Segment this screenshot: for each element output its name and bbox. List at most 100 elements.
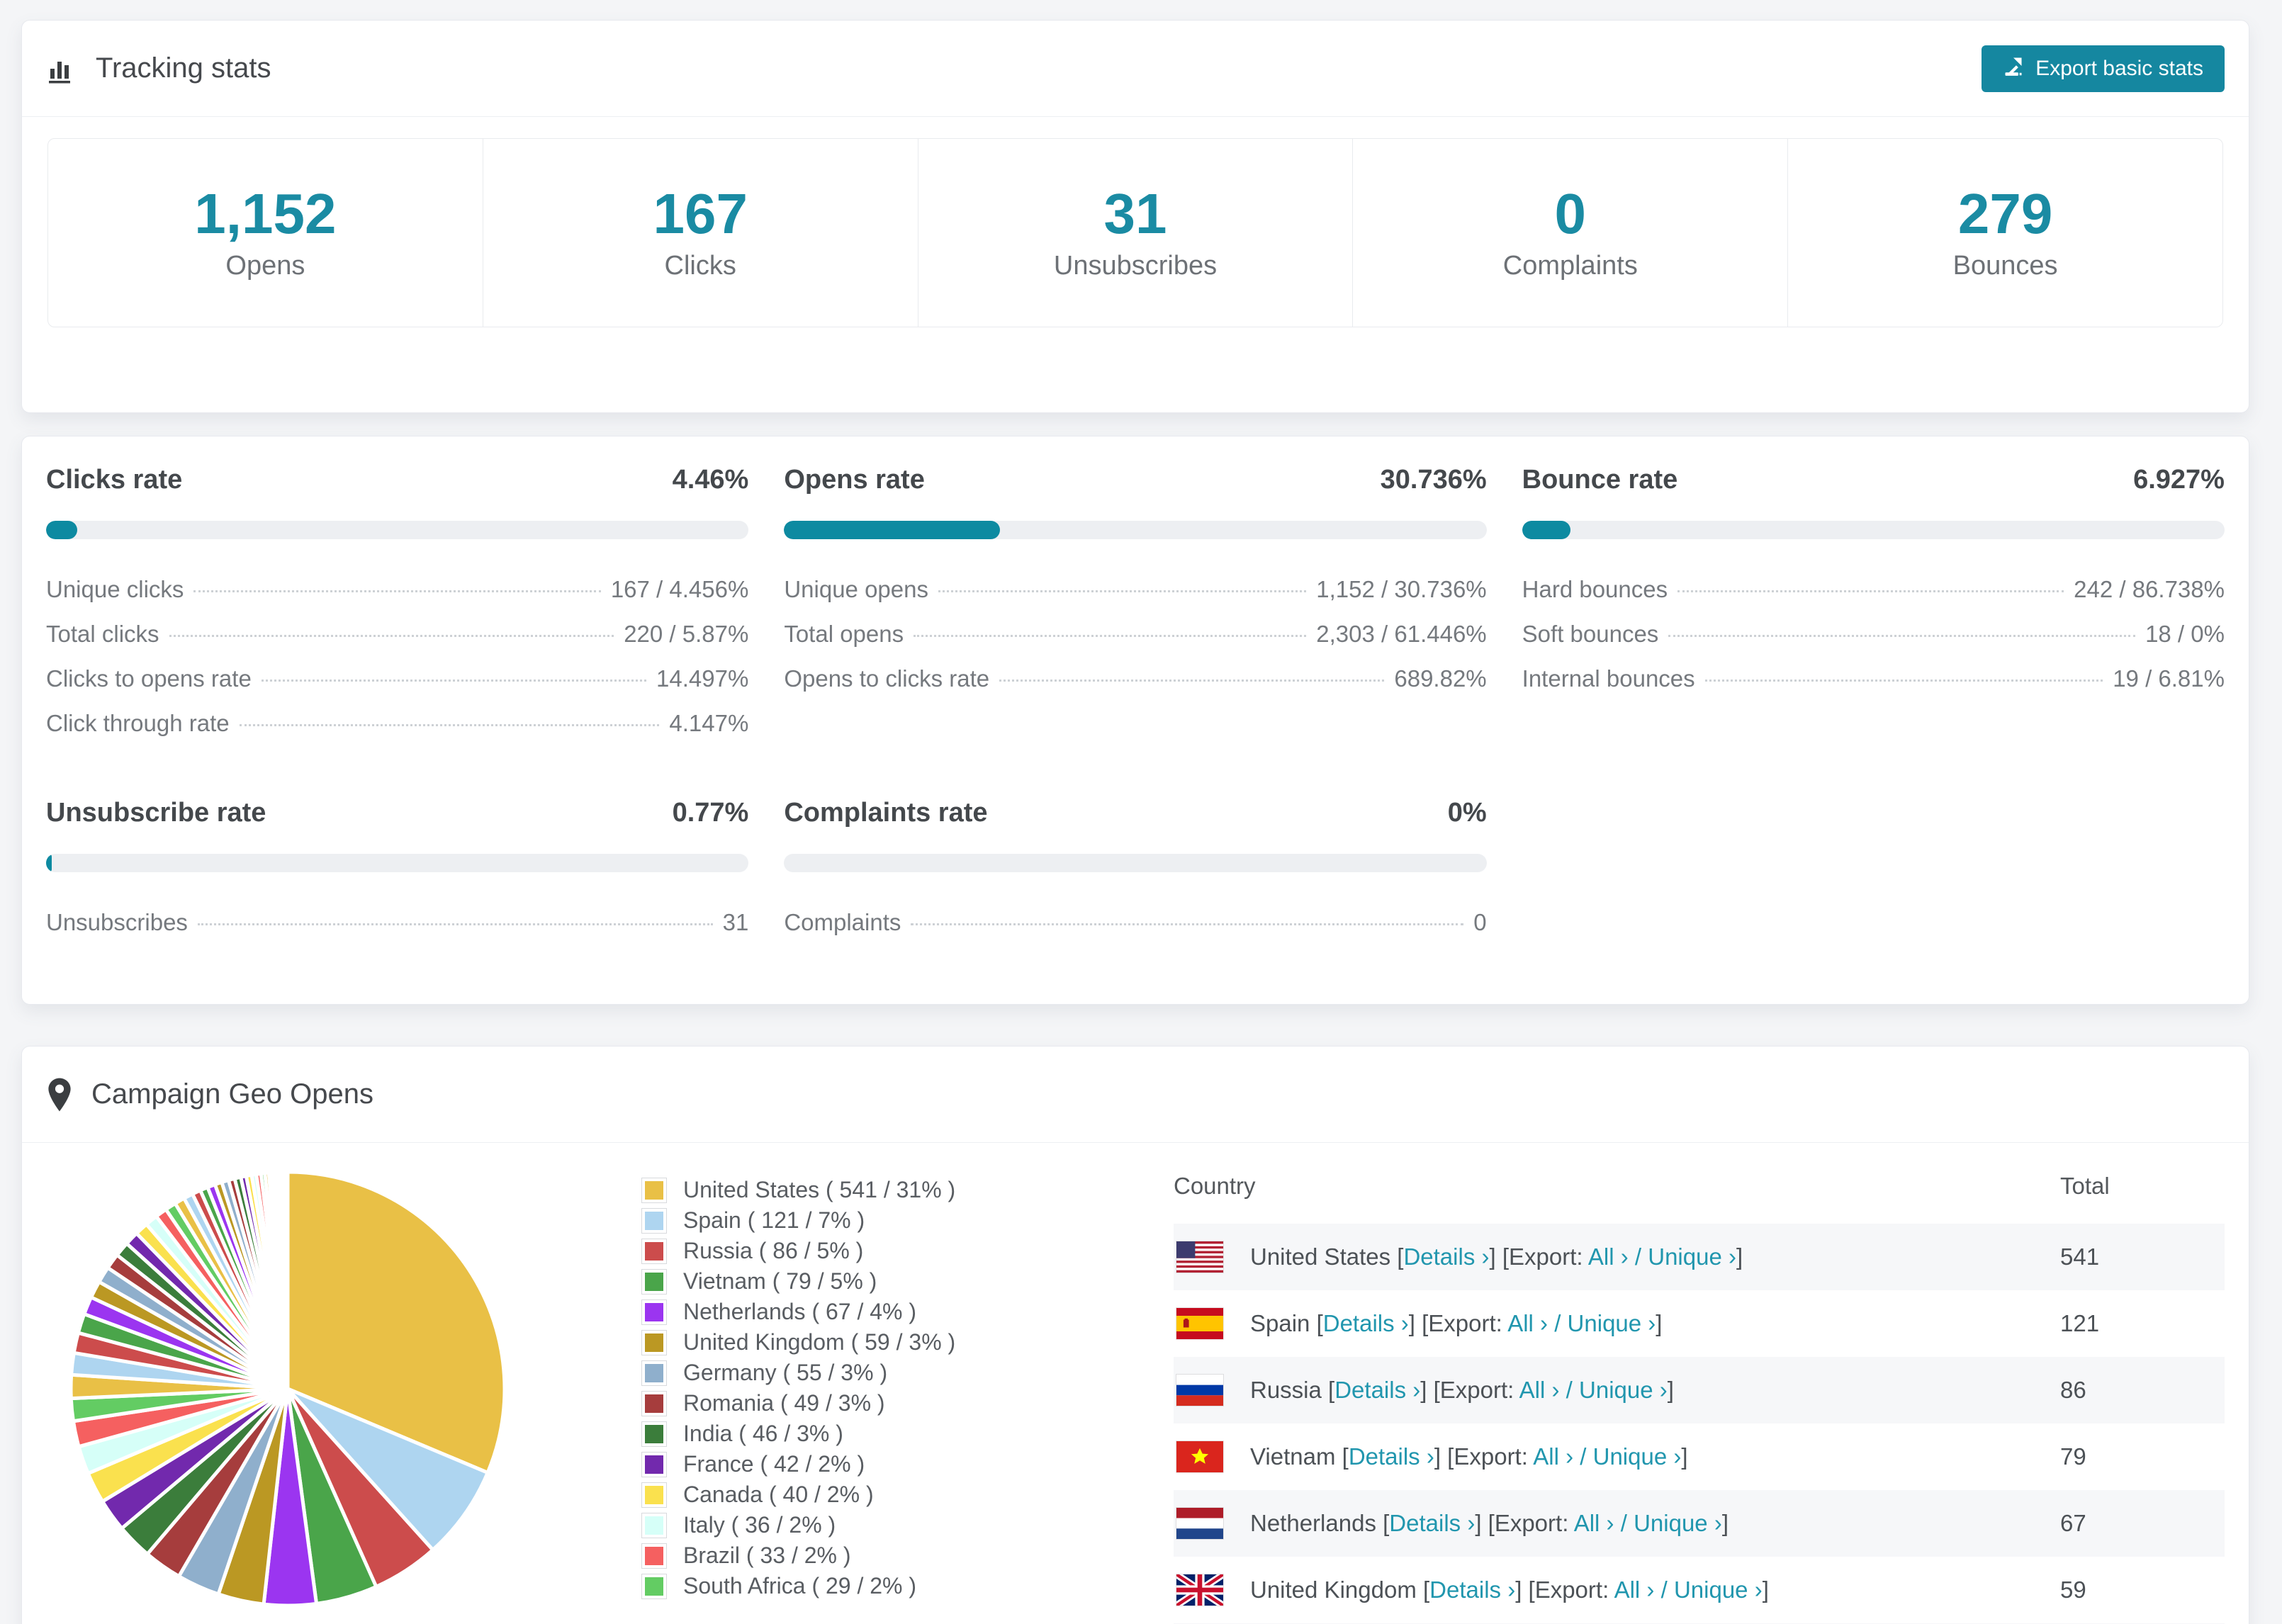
rate-stat-label: Click through rate (46, 710, 230, 736)
export-basic-stats-button[interactable]: Export basic stats (1982, 45, 2225, 92)
export-unique-link[interactable]: Unique › (1674, 1577, 1763, 1603)
map-pin-icon (46, 1077, 73, 1112)
rate-stat-label: Soft bounces (1522, 621, 1659, 647)
rate-stat-value: 31 (722, 909, 749, 935)
legend-label: France ( 42 / 2% ) (683, 1451, 865, 1477)
details-link[interactable]: Details › (1349, 1443, 1434, 1470)
legend-item[interactable]: United Kingdom ( 59 / 3% ) (641, 1328, 1067, 1357)
rate-block: Clicks rate 4.46% Unique clicks 167 / 4.456… (46, 465, 749, 737)
legend-label: Germany ( 55 / 3% ) (683, 1360, 888, 1385)
stat-card: 279 Bounces (1788, 139, 2222, 327)
legend-swatch (641, 1512, 667, 1538)
export-unique-link[interactable]: Unique › (1593, 1443, 1682, 1470)
geo-pie-chart (64, 1166, 511, 1615)
link-separator: / (1628, 1244, 1648, 1270)
legend-item[interactable]: India ( 46 / 3% ) (641, 1419, 1067, 1448)
export-all-link[interactable]: All › (1588, 1244, 1629, 1270)
export-unique-link[interactable]: Unique › (1648, 1244, 1736, 1270)
rate-stat-label: Unsubscribes (46, 909, 188, 935)
export-all-link[interactable]: All › (1574, 1510, 1614, 1536)
legend-label: United Kingdom ( 59 / 3% ) (683, 1329, 956, 1355)
details-link[interactable]: Details › (1429, 1577, 1515, 1603)
rate-stat-value: 167 / 4.456% (610, 576, 749, 602)
geo-opens-title-row: Campaign Geo Opens (46, 1077, 373, 1112)
rate-stat-row: Unique clicks 167 / 4.456% (46, 576, 748, 603)
export-unique-link[interactable]: Unique › (1568, 1310, 1656, 1336)
rate-progress-fill (1522, 521, 1571, 539)
dotted-leader (938, 590, 1307, 592)
country-total: 59 (2060, 1577, 2086, 1603)
stat-card-label: Bounces (1952, 251, 2058, 281)
legend-item[interactable]: France ( 42 / 2% ) (641, 1450, 1067, 1479)
rate-progress-bar (784, 521, 1487, 539)
country-links: Netherlands [Details ›] [Export: All › /… (1250, 1510, 1729, 1536)
legend-item[interactable]: Brazil ( 33 / 2% ) (641, 1541, 1067, 1570)
rate-stat-value: 18 / 0% (2145, 621, 2225, 647)
legend-swatch (641, 1177, 667, 1203)
legend-label: Romania ( 49 / 3% ) (683, 1390, 885, 1416)
geo-legend: United States ( 541 / 31% ) Spain ( 121 /… (641, 1175, 1067, 1602)
legend-item[interactable]: Netherlands ( 67 / 4% ) (641, 1297, 1067, 1326)
legend-item[interactable]: Russia ( 86 / 5% ) (641, 1236, 1067, 1265)
rate-title: Complaints rate (784, 798, 988, 828)
country-cell-content: Vietnam [Details ›] [Export: All › / Uni… (1174, 1440, 2060, 1473)
column-header-country: Country (1174, 1173, 1256, 1199)
country-cell: Vietnam [Details ›] [Export: All › / Uni… (1174, 1423, 2060, 1490)
rate-value: 4.46% (672, 465, 749, 495)
country-cell-content: United States [Details ›] [Export: All ›… (1174, 1241, 2060, 1273)
country-name: Russia (1250, 1377, 1329, 1403)
legend-item[interactable]: Canada ( 40 / 2% ) (641, 1480, 1067, 1509)
country-links: United States [Details ›] [Export: All ›… (1250, 1244, 1743, 1270)
stat-card-value: 167 (653, 182, 748, 245)
country-cell-content: Spain [Details ›] [Export: All › / Uniqu… (1174, 1307, 2060, 1340)
export-unique-link[interactable]: Unique › (1579, 1377, 1668, 1403)
legend-swatch (641, 1207, 667, 1234)
geo-table-row: United Kingdom [Details ›] [Export: All … (1174, 1557, 2225, 1623)
rate-stat-label: Internal bounces (1522, 665, 1695, 692)
country-total: 67 (2060, 1510, 2086, 1536)
rate-progress-bar (784, 854, 1487, 872)
details-link[interactable]: Details › (1334, 1377, 1420, 1403)
flag-icon-vn (1176, 1440, 1224, 1473)
legend-item[interactable]: Spain ( 121 / 7% ) (641, 1206, 1067, 1235)
country-cell: Spain [Details ›] [Export: All › / Uniqu… (1174, 1290, 2060, 1357)
legend-label: South Africa ( 29 / 2% ) (683, 1573, 917, 1598)
rate-stat-value: 220 / 5.87% (624, 621, 749, 647)
details-link[interactable]: Details › (1403, 1244, 1489, 1270)
export-all-link[interactable]: All › (1519, 1377, 1560, 1403)
geo-title: Campaign Geo Opens (91, 1078, 374, 1110)
legend-item[interactable]: Germany ( 55 / 3% ) (641, 1358, 1067, 1387)
rate-header: Clicks rate 4.46% (46, 465, 748, 495)
rate-stat-row: Total clicks 220 / 5.87% (46, 621, 748, 648)
dotted-leader (1668, 635, 2136, 637)
rates-panel: Clicks rate 4.46% Unique clicks 167 / 4.456… (21, 436, 2249, 1005)
rate-stat-label: Unique opens (784, 576, 928, 602)
details-link[interactable]: Details › (1389, 1510, 1475, 1536)
legend-item[interactable]: United States ( 541 / 31% ) (641, 1175, 1067, 1205)
legend-swatch (641, 1543, 667, 1569)
rate-progress-bar (46, 521, 749, 539)
details-link[interactable]: Details › (1323, 1310, 1409, 1336)
geo-opens-header: Campaign Geo Opens (22, 1047, 2249, 1143)
geo-table-row: Russia [Details ›] [Export: All › / Uniq… (1174, 1357, 2225, 1423)
export-unique-link[interactable]: Unique › (1634, 1510, 1722, 1536)
legend-item[interactable]: Italy ( 36 / 2% ) (641, 1511, 1067, 1540)
rate-progress-fill (784, 521, 1001, 539)
legend-item[interactable]: Romania ( 49 / 3% ) (641, 1389, 1067, 1418)
rate-stat-row: Unsubscribes 31 (46, 909, 748, 936)
legend-item[interactable]: South Africa ( 29 / 2% ) (641, 1572, 1067, 1601)
legend-item[interactable]: Vietnam ( 79 / 5% ) (641, 1267, 1067, 1296)
geo-table-header-row: Country Total (1174, 1149, 2225, 1224)
rate-title: Bounce rate (1522, 465, 1678, 495)
rate-block: Bounce rate 6.927% Hard bounces 242 / 86.73… (1522, 465, 2225, 737)
flag-icon-ru (1176, 1374, 1224, 1406)
export-all-link[interactable]: All › (1533, 1443, 1573, 1470)
link-separator: / (1559, 1377, 1580, 1403)
rate-stat-value: 242 / 86.738% (2074, 576, 2225, 602)
export-all-link[interactable]: All › (1507, 1310, 1548, 1336)
export-all-link[interactable]: All › (1614, 1577, 1655, 1603)
rate-stat-value: 19 / 6.81% (2113, 665, 2225, 692)
stat-card-value: 31 (1103, 182, 1167, 245)
rate-stat-value: 14.497% (656, 665, 749, 692)
dashboard-page: Tracking stats Export basic stats 1,152 … (0, 0, 2282, 1624)
